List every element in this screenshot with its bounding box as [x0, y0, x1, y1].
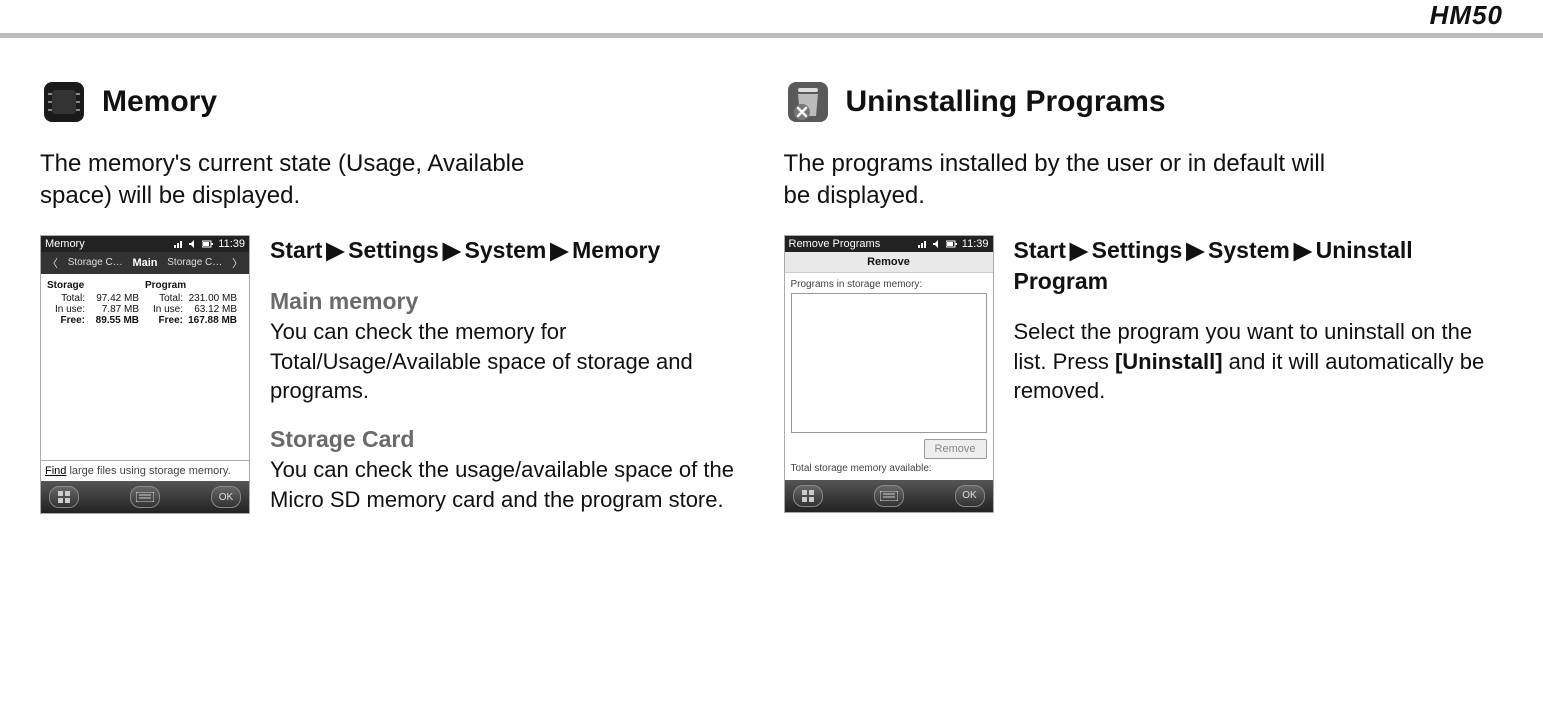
memory-screenshot: Memory 11:39 〈 — [40, 235, 250, 515]
signal-icon — [174, 239, 184, 249]
clock-time: 11:39 — [218, 238, 245, 250]
volume-icon — [932, 239, 942, 249]
model-label: HM50 — [1430, 0, 1503, 31]
program-inuse: 63.12 MB — [194, 304, 237, 315]
program-free-label: Free: — [145, 315, 187, 326]
storage-free-label: Free: — [47, 315, 89, 326]
storage-inuse: 7.87 MB — [102, 304, 139, 315]
program-free: 167.88 MB — [188, 315, 237, 326]
storage-card-body: You can check the usage/available space … — [270, 455, 760, 514]
signal-icon — [918, 239, 928, 249]
storage-header: Storage — [47, 280, 145, 291]
uninstall-section: Uninstalling Programs The programs insta… — [784, 78, 1504, 514]
storage-inuse-label: In use: — [47, 304, 89, 315]
chevron-left-icon[interactable]: 〈 — [47, 255, 58, 271]
start-button[interactable] — [49, 486, 79, 508]
battery-icon — [202, 240, 214, 248]
uninstall-intro: The programs installed by the user or in… — [784, 148, 1344, 213]
remove-subtitle: Remove — [785, 252, 993, 273]
tab-storage-right[interactable]: Storage C… — [167, 257, 222, 268]
programs-listbox[interactable] — [791, 293, 987, 433]
programs-list-label: Programs in storage memory: — [791, 279, 987, 290]
remove-button[interactable]: Remove — [924, 439, 987, 459]
keyboard-button[interactable] — [130, 486, 160, 508]
storage-total-label: Total: — [47, 293, 89, 304]
chevron-right-icon[interactable]: 〉 — [232, 255, 243, 271]
memory-section: Memory The memory's current state (Usage… — [40, 78, 760, 514]
uninstall-nav-path: Start▶Settings▶System▶Uninstall Program — [1014, 235, 1504, 297]
program-inuse-label: In use: — [145, 304, 187, 315]
header-divider — [0, 33, 1543, 38]
find-link[interactable]: Find — [45, 465, 66, 477]
main-memory-subtitle: Main memory — [270, 286, 760, 317]
main-memory-body: You can check the memory for Total/Usage… — [270, 317, 760, 406]
available-memory-label: Total storage memory available: — [791, 463, 987, 474]
storage-card-subtitle: Storage Card — [270, 424, 760, 455]
section-title-memory: Memory — [102, 85, 217, 119]
window-title: Memory — [45, 238, 85, 250]
memory-chip-icon — [40, 78, 88, 126]
storage-free: 89.55 MB — [96, 315, 139, 326]
program-total-label: Total: — [145, 293, 187, 304]
clock-time: 11:39 — [962, 238, 989, 250]
program-header: Program — [145, 280, 243, 291]
ok-button[interactable]: OK — [211, 486, 241, 508]
uninstall-body: Select the program you want to uninstall… — [1014, 317, 1504, 406]
uninstall-icon — [784, 78, 832, 126]
window-title: Remove Programs — [789, 238, 881, 250]
keyboard-button[interactable] — [874, 485, 904, 507]
find-text: large files using storage memory. — [66, 465, 230, 477]
volume-icon — [188, 239, 198, 249]
program-total: 231.00 MB — [189, 293, 237, 304]
start-button[interactable] — [793, 485, 823, 507]
memory-intro: The memory's current state (Usage, Avail… — [40, 148, 600, 213]
ok-button[interactable]: OK — [955, 485, 985, 507]
storage-total: 97.42 MB — [96, 293, 139, 304]
tab-storage-left[interactable]: Storage C… — [68, 257, 123, 268]
battery-icon — [946, 240, 958, 248]
tab-main[interactable]: Main — [132, 257, 157, 269]
section-title-uninstall: Uninstalling Programs — [846, 85, 1166, 119]
memory-nav-path: Start▶Settings▶System▶Memory — [270, 235, 760, 266]
uninstall-screenshot: Remove Programs 11:39 — [784, 235, 994, 513]
